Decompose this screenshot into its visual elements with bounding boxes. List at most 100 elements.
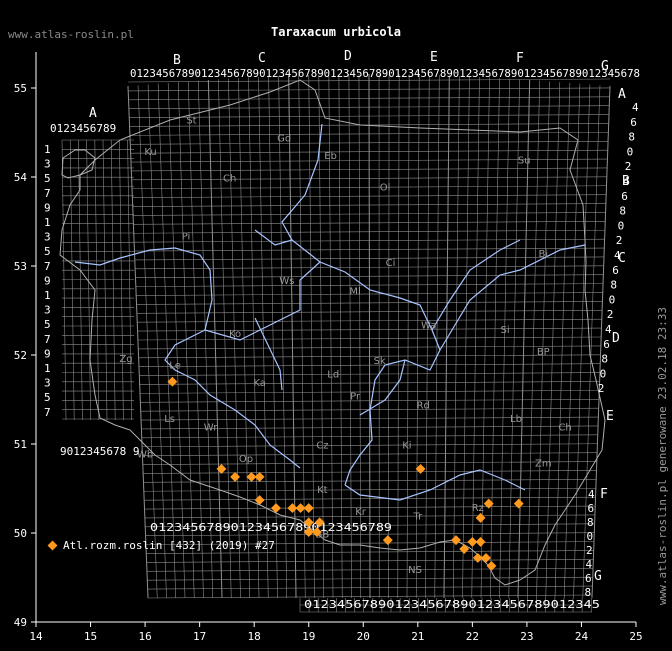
grid-right-digit: 8 — [628, 131, 635, 144]
grid-right-lower-digit: 2 — [586, 544, 593, 557]
grid-bottom-digits: 012345678901234567890123456789 — [150, 521, 392, 534]
grid-left-side-digit: 7 — [44, 260, 51, 273]
site-label[interactable]: www.atlas-roslin.pl — [8, 28, 134, 41]
region-label: Zg — [119, 354, 132, 365]
grid-right-lower-digit: 8 — [585, 586, 592, 599]
grid-right-digit: 0 — [627, 145, 634, 158]
grid-column-letter: F — [516, 51, 524, 66]
grid-right-digit: 6 — [603, 338, 610, 351]
grid-right-digit: 8 — [610, 279, 617, 292]
grid-right-digit: 6 — [630, 116, 637, 129]
region-label: St — [186, 116, 196, 127]
region-label: Rz — [472, 503, 484, 514]
region-label: Op — [239, 454, 253, 465]
y-tick-label: 52 — [14, 349, 27, 362]
grid-column-letter: C — [258, 51, 266, 66]
grid-left-side-digit: 9 — [44, 274, 51, 287]
region-label: BP — [537, 347, 550, 358]
region-label: Le — [169, 360, 181, 371]
region-label: Su — [518, 156, 531, 167]
grid-right-digit: 2 — [625, 160, 632, 173]
x-tick-label: 25 — [629, 630, 642, 643]
region-label: Ol — [380, 182, 391, 193]
x-tick-label: 17 — [193, 630, 206, 643]
grid-left-side-digit: 5 — [44, 245, 51, 258]
region-label: Sk — [374, 356, 386, 367]
grid-lower-left-digits: 9012345678 9 — [60, 445, 139, 458]
grid-column-letter: B — [173, 53, 181, 68]
grid-left-side-digit: 5 — [44, 172, 51, 185]
region-label: Lb — [510, 414, 522, 425]
grid-right-letter: E — [606, 409, 614, 424]
grid-top-digits: 0123456789012345678901234567890123456789… — [130, 67, 640, 80]
region-label: Ls — [164, 414, 175, 425]
x-tick-label: 19 — [302, 630, 315, 643]
background — [0, 0, 672, 651]
grid-left-side-digit: 7 — [44, 406, 51, 419]
grid-right-digit: 4 — [614, 249, 621, 262]
y-tick-label: 50 — [14, 527, 27, 540]
region-label: Tr — [412, 512, 423, 523]
grid-left-side-digit: 3 — [44, 158, 51, 171]
grid-right-digit: 4 — [605, 323, 612, 336]
grid-left-side-digit: 1 — [44, 289, 51, 302]
grid-right-digit: 0 — [600, 367, 607, 380]
grid-right-lower-digit: 4 — [586, 558, 593, 571]
grid-right-digit: 2 — [616, 234, 623, 247]
region-label: Kt — [317, 485, 328, 496]
grid-left-side-digit: 1 — [44, 216, 51, 229]
region-label: Ch — [223, 173, 236, 184]
region-label: Ch — [558, 423, 571, 434]
grid-right-lower-digit: 0 — [587, 530, 594, 543]
grid-right-letter: D — [612, 331, 620, 346]
grid-right-digit: 4 — [623, 175, 630, 188]
grid-left-side-digit: 3 — [44, 304, 51, 317]
grid-left-side-digit: 5 — [44, 391, 51, 404]
region-label: Gd — [277, 133, 291, 144]
grid-right-digit: 0 — [618, 219, 625, 232]
y-tick-label: 53 — [14, 260, 27, 273]
region-label: Ka — [253, 378, 266, 389]
region-label: Pr — [350, 392, 361, 403]
x-tick-label: 14 — [29, 630, 43, 643]
grid-left-side-digit: 9 — [44, 347, 51, 360]
grid-right-letter: A — [618, 87, 626, 102]
grid-right-digit: 2 — [607, 308, 614, 321]
x-tick-label: 24 — [575, 630, 589, 643]
grid-right-digit: 8 — [601, 353, 608, 366]
y-tick-label: 54 — [14, 171, 28, 184]
grid-right-digit: 6 — [612, 264, 619, 277]
grid-column-letter: E — [430, 50, 438, 65]
grid-right-digit: 0 — [609, 293, 616, 306]
grid-left-side-digit: 9 — [44, 201, 51, 214]
grid-left-side-digit: 3 — [44, 231, 51, 244]
region-label: Bi — [538, 249, 548, 260]
grid-right-lower-digit: 6 — [588, 502, 595, 515]
legend: Atl.rozm.roslin [432] (2019) #27 — [47, 539, 275, 552]
region-label: Ld — [327, 369, 339, 380]
grid-right-lower-digit: 8 — [587, 516, 594, 529]
region-label: Pi — [182, 231, 191, 242]
region-label: Eb — [324, 151, 337, 162]
y-tick-label: 55 — [14, 82, 27, 95]
region-label: Ci — [386, 258, 396, 269]
region-label: Wa — [421, 320, 436, 331]
legend-label: Atl.rozm.roslin [432] (2019) #27 — [63, 539, 275, 552]
region-label: Ko — [229, 329, 241, 340]
grid-right-digit: 6 — [621, 190, 628, 203]
region-label: Wr — [204, 423, 218, 434]
x-tick-label: 18 — [248, 630, 261, 643]
grid-right-digit: 2 — [598, 382, 605, 395]
grid-right-lower-digit: 6 — [585, 572, 592, 585]
region-label: Ml — [349, 286, 360, 297]
distribution-map: www.atlas-roslin.pl Taraxacum urbicola w… — [0, 0, 672, 651]
region-label: NS — [408, 565, 422, 576]
region-label: Ws — [279, 276, 294, 287]
region-label: Zm — [535, 458, 552, 469]
grid-right-digit: 4 — [632, 101, 639, 114]
generated-label: www.atlas-roslin.pl generowane 23.02.18 … — [656, 307, 669, 605]
grid-bottom2-digits: 012345678901234567890123456789012345 — [304, 598, 600, 611]
grid-column-letter: D — [344, 49, 352, 64]
y-tick-label: 49 — [14, 616, 27, 629]
x-tick-label: 23 — [520, 630, 533, 643]
